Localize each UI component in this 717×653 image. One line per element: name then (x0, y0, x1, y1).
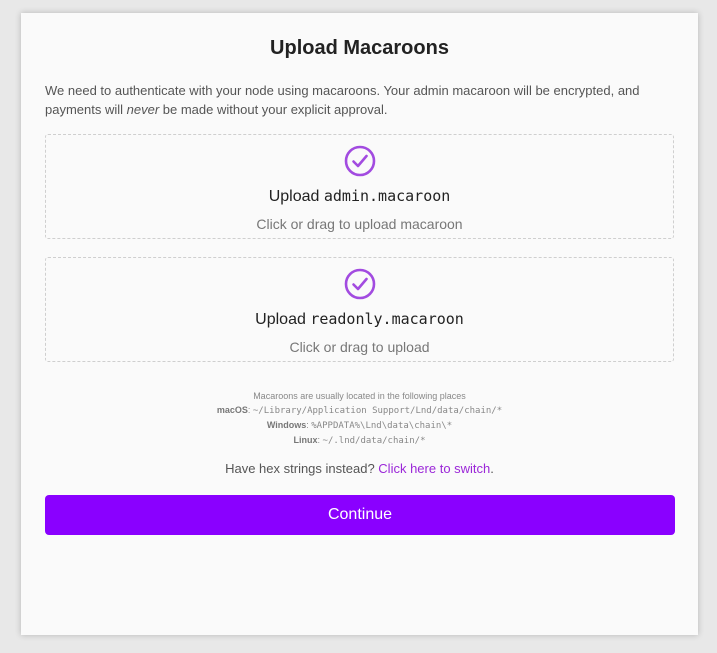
location-os-label: Linux (293, 435, 318, 445)
admin-dropzone-prefix: Upload (268, 188, 324, 205)
readonly-macaroon-filename: readonly.macaroon (310, 310, 464, 328)
admin-macaroon-filename: admin.macaroon (323, 187, 451, 205)
readonly-macaroon-dropzone[interactable]: Upload readonly.macaroon Click or drag t… (45, 257, 674, 362)
check-circle-icon (344, 145, 375, 177)
intro-text: We need to authenticate with your node u… (45, 81, 675, 119)
location-path: ~/Library/Application Support/Lnd/data/c… (252, 406, 503, 416)
check-circle-icon (344, 268, 375, 300)
location-os-label: macOS (216, 405, 248, 415)
readonly-dropzone-prefix: Upload (255, 311, 311, 328)
upload-macaroons-card: Upload Macaroons We need to authenticate… (21, 13, 698, 635)
readonly-dropzone-title: Upload readonly.macaroon (46, 310, 673, 329)
macaroon-locations: Macaroons are usually located in the fol… (21, 389, 698, 448)
admin-macaroon-dropzone[interactable]: Upload admin.macaroon Click or drag to u… (45, 134, 674, 239)
readonly-dropzone-hint: Click or drag to upload (289, 339, 430, 355)
location-path: %APPDATA%\Lnd\data\chain\* (311, 421, 453, 431)
hex-switch-line: Have hex strings instead? Click here to … (21, 461, 698, 476)
locations-heading: Macaroons are usually located in the fol… (253, 391, 466, 401)
location-os-label: Windows (266, 420, 307, 430)
admin-dropzone-hint: Click or drag to upload macaroon (256, 216, 463, 232)
admin-dropzone-title: Upload admin.macaroon (46, 187, 673, 206)
location-path: ~/.lnd/data/chain/* (322, 436, 426, 446)
intro-text-end: be made without your explicit approval. (159, 102, 388, 117)
switch-to-hex-link[interactable]: Click here to switch (378, 461, 490, 476)
continue-button[interactable]: Continue (45, 495, 675, 535)
intro-emphasis: never (126, 102, 160, 117)
location-macos: macOS: ~/Library/Application Support/Lnd… (216, 405, 503, 416)
location-linux: Linux: ~/.lnd/data/chain/* (293, 435, 426, 446)
location-windows: Windows: %APPDATA%\Lnd\data\chain\* (266, 420, 453, 431)
hex-switch-suffix: . (490, 461, 494, 476)
hex-switch-text: Have hex strings instead? (225, 461, 379, 476)
page-title: Upload Macaroons (270, 37, 449, 59)
